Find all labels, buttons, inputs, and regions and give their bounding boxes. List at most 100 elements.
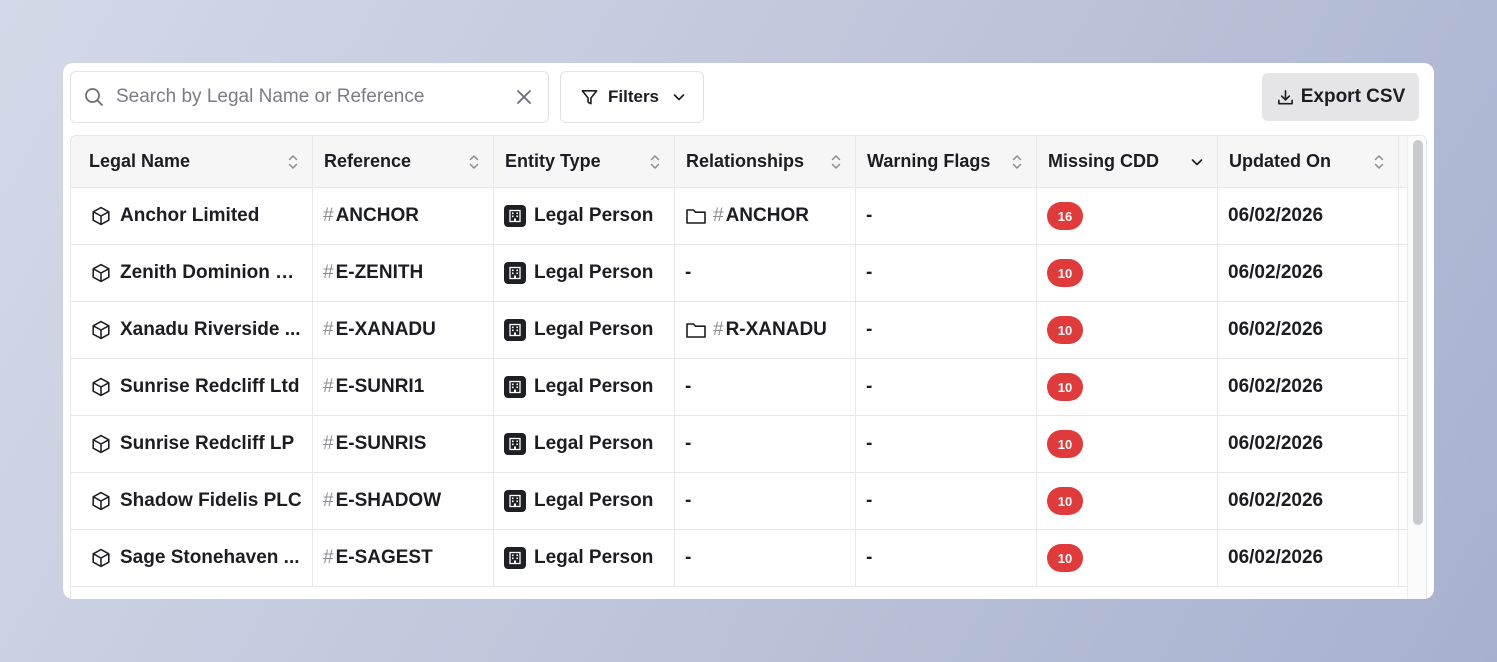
close-icon[interactable]: [514, 87, 534, 107]
entity-type: Legal Person: [534, 547, 654, 568]
cell-updated-on: 06/02/2026: [1218, 416, 1399, 472]
cube-icon: [90, 376, 112, 398]
search-icon: [84, 87, 104, 107]
cell-entity-type: Legal Person: [494, 359, 675, 415]
warning-flags: -: [866, 490, 873, 511]
column-header-legal-name[interactable]: Legal Name: [71, 136, 313, 187]
updated-date: 06/02/2026: [1228, 205, 1324, 226]
legal-name[interactable]: Xanadu Riverside ...: [120, 319, 301, 341]
entity-type: Legal Person: [534, 376, 654, 397]
hash-symbol: #: [323, 376, 334, 397]
entities-card: Filters Export CSV Legal Name Reference …: [63, 63, 1434, 599]
cell-legal-name: Sunrise Redcliff LP: [71, 416, 313, 472]
sort-icon: [468, 153, 480, 171]
building-icon: [504, 205, 526, 227]
legal-name[interactable]: Shadow Fidelis PLC: [120, 490, 302, 512]
cell-warning-flags: -: [856, 245, 1037, 301]
table-row[interactable]: Anchor Limited # ANCHOR Legal Person # AN…: [71, 188, 1426, 245]
hash-symbol: #: [323, 262, 334, 283]
table-row[interactable]: Sage Stonehaven ... # E-SAGEST Legal Per…: [71, 530, 1426, 587]
cell-entity-type: Legal Person: [494, 245, 675, 301]
missing-cdd-badge: 10: [1047, 487, 1083, 515]
relationship-ref[interactable]: R-XANADU: [726, 319, 827, 341]
reference: E-SUNRI1: [335, 376, 425, 397]
updated-date: 06/02/2026: [1228, 376, 1324, 397]
column-label: Legal Name: [89, 151, 191, 171]
table-row[interactable]: Sunrise Redcliff Ltd # E-SUNRI1 Legal Pe…: [71, 359, 1426, 416]
entity-type: Legal Person: [534, 205, 654, 226]
scrollbar-thumb[interactable]: [1413, 140, 1423, 525]
cell-relationships: -: [675, 530, 856, 586]
column-header-updated-on[interactable]: Updated On: [1218, 136, 1399, 187]
column-header-relationships[interactable]: Relationships: [675, 136, 856, 187]
table-row[interactable]: Xanadu Riverside ... # E-XANADU Legal Pe…: [71, 302, 1426, 359]
legal-name[interactable]: Sunrise Redcliff LP: [120, 433, 294, 455]
cube-icon: [90, 547, 112, 569]
export-csv-button[interactable]: Export CSV: [1262, 73, 1419, 121]
cell-warning-flags: -: [856, 359, 1037, 415]
table-row[interactable]: Shadow Fidelis PLC # E-SHADOW Legal Pers…: [71, 473, 1426, 530]
chevron-down-icon: [672, 90, 686, 104]
cell-missing-cdd: 10: [1037, 245, 1218, 301]
cell-missing-cdd: 10: [1037, 359, 1218, 415]
relationship-ref[interactable]: ANCHOR: [726, 205, 809, 227]
entity-type: Legal Person: [534, 433, 654, 454]
reference: E-XANADU: [335, 319, 436, 340]
cell-missing-cdd: 10: [1037, 302, 1218, 358]
reference: E-SAGEST: [335, 547, 433, 568]
relationship-empty: -: [685, 376, 692, 397]
cell-reference: # E-SAGEST: [313, 530, 494, 586]
download-icon: [1276, 88, 1295, 107]
cell-warning-flags: -: [856, 473, 1037, 529]
column-label: Relationships: [686, 151, 805, 171]
column-label: Entity Type: [505, 151, 601, 171]
hash-symbol: #: [323, 319, 334, 340]
table-row[interactable]: Sunrise Redcliff LP # E-SUNRIS Legal Per…: [71, 416, 1426, 473]
cell-relationships: # ANCHOR: [675, 188, 856, 244]
sort-icon: [287, 153, 299, 171]
legal-name[interactable]: Sunrise Redcliff Ltd: [120, 376, 299, 398]
column-header-warning-flags[interactable]: Warning Flags: [856, 136, 1037, 187]
updated-date: 06/02/2026: [1228, 262, 1324, 283]
cube-icon: [90, 490, 112, 512]
missing-cdd-badge: 10: [1047, 544, 1083, 572]
hash-symbol: #: [323, 433, 334, 454]
entity-type: Legal Person: [534, 319, 654, 340]
column-header-entity-type[interactable]: Entity Type: [494, 136, 675, 187]
cell-reference: # ANCHOR: [313, 188, 494, 244]
relationship-empty: -: [685, 547, 692, 568]
legal-name[interactable]: Anchor Limited: [120, 205, 259, 227]
relationship-empty: -: [685, 433, 692, 454]
warning-flags: -: [866, 262, 873, 283]
folder-icon: [685, 320, 707, 340]
sort-icon: [649, 153, 661, 171]
column-label: Missing CDD: [1048, 151, 1160, 171]
table-row[interactable]: Zenith Dominion L... # E-ZENITH Legal Pe…: [71, 245, 1426, 302]
entities-table: Legal Name Reference Entity Type Relatio…: [70, 135, 1427, 599]
cell-reference: # E-ZENITH: [313, 245, 494, 301]
scrollbar[interactable]: [1407, 136, 1426, 599]
legal-name[interactable]: Zenith Dominion L...: [120, 262, 302, 284]
column-header-reference[interactable]: Reference: [313, 136, 494, 187]
table-body: Anchor Limited # ANCHOR Legal Person # AN…: [71, 188, 1426, 587]
cell-entity-type: Legal Person: [494, 188, 675, 244]
sort-icon: [1011, 153, 1023, 171]
legal-name[interactable]: Sage Stonehaven ...: [120, 547, 300, 569]
entity-type: Legal Person: [534, 262, 654, 283]
cell-relationships: # R-XANADU: [675, 302, 856, 358]
warning-flags: -: [866, 547, 873, 568]
chevron-down-icon: [1190, 155, 1204, 169]
filters-label: Filters: [608, 87, 660, 106]
table-header: Legal Name Reference Entity Type Relatio…: [71, 136, 1426, 188]
cell-updated-on: 06/02/2026: [1218, 245, 1399, 301]
warning-flags: -: [866, 376, 873, 397]
reference: E-SHADOW: [335, 490, 442, 511]
missing-cdd-badge: 10: [1047, 316, 1083, 344]
cell-entity-type: Legal Person: [494, 416, 675, 472]
column-header-missing-cdd[interactable]: Missing CDD: [1037, 136, 1218, 187]
building-icon: [504, 262, 526, 284]
column-label: Warning Flags: [867, 151, 991, 171]
filters-button[interactable]: Filters: [560, 71, 704, 123]
cell-reference: # E-SHADOW: [313, 473, 494, 529]
search-input[interactable]: [116, 72, 514, 122]
